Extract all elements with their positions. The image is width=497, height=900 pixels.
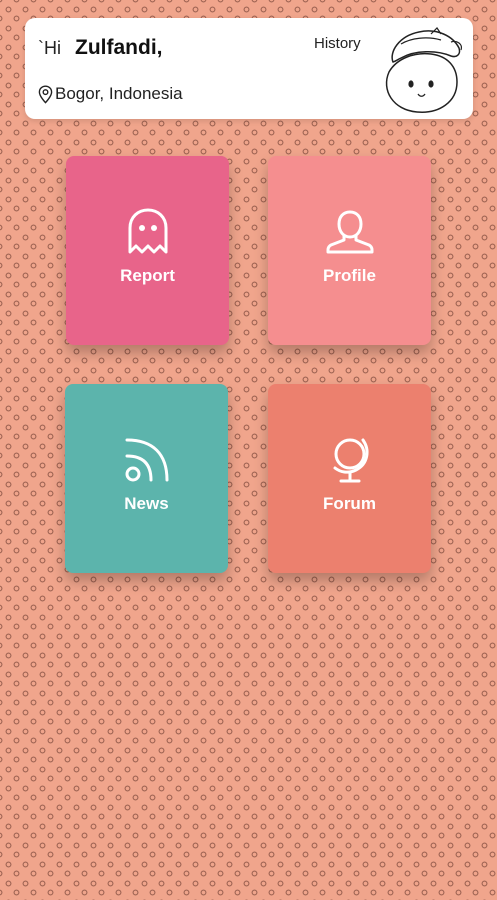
globe-icon (326, 434, 374, 484)
news-label: News (124, 494, 169, 513)
greeting: `Hi Zulfandi, (38, 36, 163, 60)
news-tile[interactable]: News (65, 384, 228, 573)
profile-label: Profile (323, 266, 376, 285)
report-tile[interactable]: Report (66, 156, 229, 345)
profile-tile[interactable]: Profile (268, 156, 431, 345)
rss-icon (123, 434, 171, 484)
location-text: Bogor, Indonesia (55, 84, 183, 103)
greeting-hi: `Hi (38, 38, 61, 58)
person-icon (326, 206, 374, 256)
report-label: Report (120, 266, 175, 285)
user-name: Zulfandi, (75, 36, 163, 59)
history-link[interactable]: History (314, 35, 361, 52)
location: Bogor, Indonesia (38, 84, 183, 104)
mascot-face-icon (371, 22, 471, 117)
header-card: `Hi Zulfandi, Bogor, Indonesia History (25, 18, 473, 119)
ghost-icon (124, 206, 172, 256)
map-pin-icon (38, 84, 53, 104)
forum-label: Forum (323, 494, 376, 513)
forum-tile[interactable]: Forum (268, 384, 431, 573)
